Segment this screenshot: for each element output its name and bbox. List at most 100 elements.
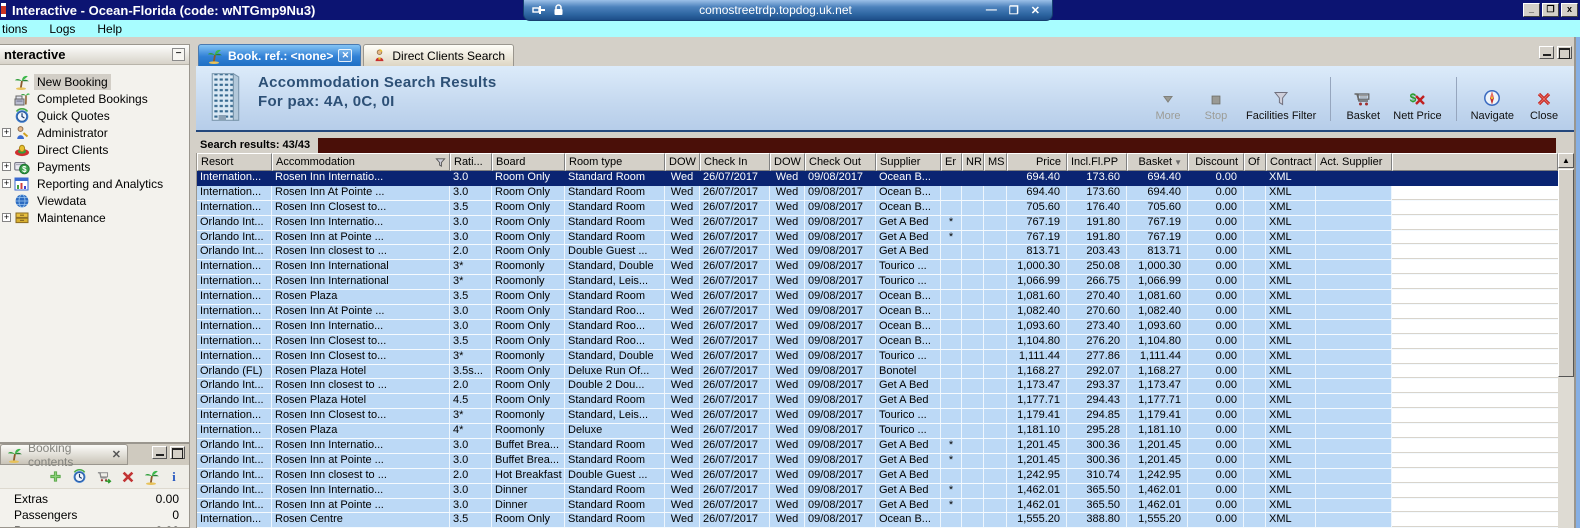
cell-room_type: Standard Roo... (565, 305, 665, 319)
pin-icon[interactable] (532, 3, 546, 17)
desktop-edge (1576, 37, 1580, 528)
money-icon: $ (14, 159, 30, 175)
table-row[interactable]: Orlando Int... Rosen Inn Internatio... 3.0… (197, 215, 1558, 231)
booking-row-value: 0.00 (155, 492, 179, 506)
booking-panel-maximize-button[interactable] (170, 446, 185, 459)
sidebar-item-viewdata[interactable]: Viewdata (0, 192, 189, 209)
restore-button[interactable]: ❐ (1542, 3, 1559, 17)
column-header-check_out[interactable]: Check Out (805, 153, 876, 171)
palm-tree-icon[interactable] (144, 469, 160, 485)
cell-board: Roomonly (492, 424, 565, 439)
booking-contents-close-icon[interactable]: ✕ (112, 448, 121, 461)
column-header-resort[interactable]: Resort (197, 153, 272, 171)
cell-resort: Internation... (197, 200, 272, 215)
sidebar-item-completed-bookings[interactable]: Completed Bookings (0, 90, 189, 107)
table-row[interactable]: Internation... Rosen Plaza 3.5 Room Only Sta… (197, 290, 1558, 306)
table-row[interactable]: Internation... Rosen Inn Internatio... 3.0… (197, 319, 1558, 335)
cell-resort: Orlando Int... (197, 215, 272, 230)
add-icon[interactable] (48, 469, 63, 484)
mdi-maximize-button[interactable] (1557, 46, 1572, 59)
table-row[interactable]: Orlando Int... Rosen Inn Internatio... 3.0… (197, 439, 1558, 454)
booking-panel-minimize-button[interactable] (152, 446, 167, 459)
sidebar-item-new-booking[interactable]: New Booking (0, 73, 189, 90)
column-header-dow_in[interactable]: DOW (665, 153, 700, 171)
expand-plus-icon[interactable]: + (2, 162, 11, 171)
rdp-minimize-button[interactable]: — (986, 4, 997, 17)
grid-vertical-scrollbar[interactable]: ▲ (1558, 153, 1574, 528)
menu-item-help[interactable]: Help (97, 22, 122, 36)
column-header-act_supplier[interactable]: Act. Supplier (1316, 153, 1392, 171)
table-row[interactable]: Orlando Int... Rosen Inn closest to ... 2.… (197, 245, 1558, 261)
table-row[interactable]: Orlando Int... Rosen Plaza Hotel 4.5 Room O… (197, 394, 1558, 410)
menu-item-logs[interactable]: Logs (49, 22, 75, 36)
column-header-contract[interactable]: Contract (1266, 153, 1316, 171)
expand-plus-icon[interactable]: + (2, 179, 11, 188)
rdp-close-button[interactable]: ✕ (1031, 4, 1040, 17)
column-header-check_in[interactable]: Check In (700, 153, 770, 171)
scrollbar-thumb[interactable] (1558, 169, 1574, 377)
close-button[interactable]: Close (1526, 76, 1562, 122)
table-row[interactable]: Internation... Rosen Inn Internatio... 3.0… (197, 171, 1558, 186)
navigate-button[interactable]: Navigate (1471, 76, 1514, 122)
table-row[interactable]: Internation... Rosen Inn International 3* R… (197, 275, 1558, 291)
column-header-rating[interactable]: Rati... (450, 153, 492, 171)
column-header-nr[interactable]: NR (962, 153, 984, 171)
tab-book-ref-none-[interactable]: Book. ref.: <none> ✕ (198, 44, 362, 66)
basket-button[interactable]: Basket (1345, 76, 1381, 122)
quote-clock-icon[interactable] (72, 469, 87, 484)
booking-contents-tab[interactable]: Booking contents ✕ (0, 444, 128, 469)
column-header-discount[interactable]: Discount (1188, 153, 1244, 171)
sidebar-item-maintenance[interactable]: + Maintenance (0, 209, 189, 226)
sidebar-item-payments[interactable]: + $ Payments (0, 158, 189, 175)
column-header-supplier[interactable]: Supplier (876, 153, 941, 171)
facilities-filter-button[interactable]: Facilities Filter (1246, 76, 1316, 122)
table-row[interactable]: Orlando Int... Rosen Inn at Pointe ... 3.0… (197, 498, 1558, 514)
menu-item-tions[interactable]: tions (2, 22, 27, 36)
minimize-button[interactable]: _ (1523, 3, 1540, 17)
cell-check_out: 09/08/2017 (805, 185, 876, 200)
sidebar-item-direct-clients[interactable]: Direct Clients (0, 141, 189, 158)
column-header-er[interactable]: Er (941, 153, 962, 171)
table-row[interactable]: Internation... Rosen Inn Closest to... 3.5… (197, 200, 1558, 216)
table-row[interactable]: Orlando (FL) Rosen Plaza Hotel 3.5s... Room… (197, 364, 1558, 380)
nett-price-button[interactable]: $ Nett Price (1393, 76, 1441, 122)
table-row[interactable]: Internation... Rosen Inn International 3* R… (197, 260, 1558, 276)
table-row[interactable]: Internation... Rosen Inn Closest to... 3* R… (197, 409, 1558, 425)
column-header-incl_fl_pp[interactable]: Incl.Fl.PP (1067, 153, 1127, 171)
sidebar-item-quick-quotes[interactable]: Quick Quotes (0, 107, 189, 124)
cart-arrow-icon[interactable] (96, 469, 112, 484)
column-header-room_type[interactable]: Room type (565, 153, 665, 171)
column-header-basket[interactable]: Basket ▼ (1127, 153, 1188, 171)
table-row[interactable]: Orlando Int... Rosen Inn Internatio... 3.0… (197, 483, 1558, 499)
scroll-up-arrow-icon[interactable]: ▲ (1558, 153, 1574, 168)
table-row[interactable]: Internation... Rosen Inn At Pointe ... 3.0… (197, 185, 1558, 201)
table-row[interactable]: Internation... Rosen Inn Closest to... 3* R… (197, 349, 1558, 365)
expand-plus-icon[interactable]: + (2, 128, 11, 137)
table-row[interactable]: Internation... Rosen Inn Closest to... 3.5… (197, 334, 1558, 350)
table-row[interactable]: Internation... Rosen Inn At Pointe ... 3.0… (197, 305, 1558, 320)
column-header-ms[interactable]: MS (984, 153, 1007, 171)
column-header-of[interactable]: Of (1244, 153, 1266, 171)
sidebar-item-administrator[interactable]: + Administrator (0, 124, 189, 141)
rdp-restore-button[interactable]: ❐ (1009, 4, 1019, 17)
sidebar-collapse-button[interactable]: − (172, 48, 185, 61)
table-row[interactable]: Orlando Int... Rosen Inn at Pointe ... 3.0… (197, 230, 1558, 246)
sidebar-item-reporting-and-analytics[interactable]: + Reporting and Analytics (0, 175, 189, 192)
expand-plus-icon[interactable]: + (2, 213, 11, 222)
table-row[interactable]: Internation... Rosen Plaza 4* Roomonly Delux… (197, 424, 1558, 440)
info-icon[interactable]: i (169, 469, 179, 484)
column-header-dow_out[interactable]: DOW (770, 153, 805, 171)
tab-direct-clients-search[interactable]: Direct Clients Search (363, 44, 515, 66)
tab-close-icon[interactable]: ✕ (338, 49, 353, 62)
delete-icon[interactable] (121, 470, 135, 484)
column-header-price[interactable]: Price (1007, 153, 1067, 171)
table-row[interactable]: Internation... Rosen Centre 3.5 Room Only St… (197, 513, 1558, 528)
table-row[interactable]: Orlando Int... Rosen Inn closest to ... 2.… (197, 379, 1558, 395)
table-row[interactable]: Orlando Int... Rosen Inn closest to ... 2.… (197, 468, 1558, 484)
mdi-minimize-button[interactable] (1539, 46, 1554, 59)
table-row[interactable]: Orlando Int... Rosen Inn at Pointe ... 3.0… (197, 453, 1558, 469)
column-header-accommodation[interactable]: Accommodation (272, 153, 450, 171)
column-header-board[interactable]: Board (492, 153, 565, 171)
close-button[interactable]: x (1561, 3, 1578, 17)
more-icon (1160, 87, 1176, 107)
